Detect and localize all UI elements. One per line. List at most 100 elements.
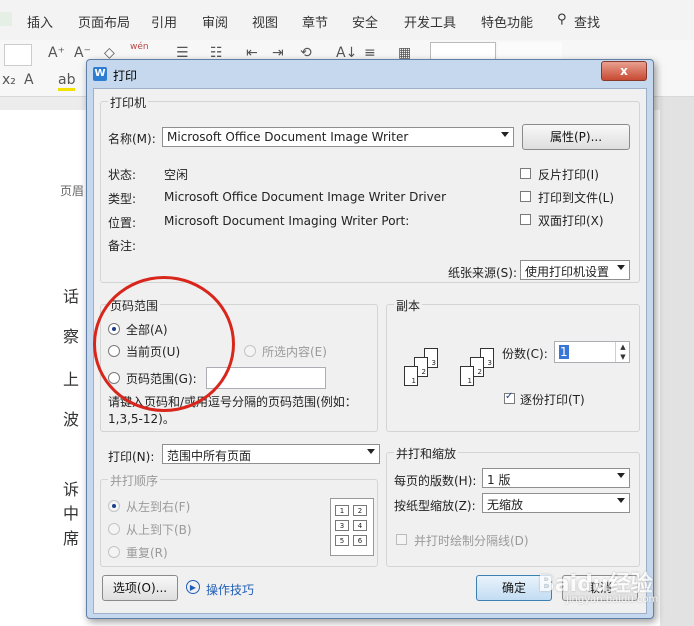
zoom-group-label: 并打和缩放: [394, 445, 459, 462]
tab-insert[interactable]: 插入: [27, 12, 53, 31]
properties-button[interactable]: 属性(P)...: [522, 124, 630, 150]
printer-name-value: Microsoft Office Document Image Writer: [167, 130, 409, 144]
spin-up-icon[interactable]: ▲: [616, 342, 630, 352]
tab-features[interactable]: 特色功能: [481, 12, 533, 31]
wps-app-icon: W: [93, 67, 107, 81]
chevron-down-icon: [617, 473, 625, 478]
subscript-icon[interactable]: x₂: [2, 72, 16, 88]
tab-security[interactable]: 安全: [352, 12, 378, 31]
tab-page-layout[interactable]: 页面布局: [78, 12, 130, 31]
paper-source-select[interactable]: 使用打印机设置: [520, 260, 630, 280]
annotation-circle: [93, 276, 235, 412]
page-order-cell: 1: [335, 505, 349, 516]
text-effect-icon[interactable]: A: [24, 72, 34, 88]
copies-group-label: 副本: [394, 297, 423, 314]
chevron-down-icon: [617, 265, 625, 270]
collate-label[interactable]: 逐份打印(T): [520, 391, 585, 408]
page-order-cell: 3: [335, 520, 349, 531]
tab-search[interactable]: 查找: [574, 12, 600, 31]
copies-spinner[interactable]: ▲ ▼: [615, 342, 630, 362]
options-button[interactable]: 选项(O)...: [102, 575, 178, 601]
paper-source-value: 使用打印机设置: [525, 265, 610, 279]
collate-checkbox[interactable]: [504, 391, 515, 404]
copies-count-input[interactable]: 1 ▲ ▼: [554, 341, 630, 363]
spin-down-icon[interactable]: ▼: [616, 352, 630, 362]
status-value: 空闲: [164, 168, 189, 182]
doc-text: 诉: [63, 480, 80, 499]
scale-value: 无缩放: [487, 498, 524, 512]
chevron-down-icon: [367, 449, 375, 454]
ribbon-tab-start-partial[interactable]: [0, 12, 12, 26]
scale-label: 按纸型缩放(Z):: [394, 499, 476, 513]
scale-select[interactable]: 无缩放: [482, 493, 630, 513]
tab-references[interactable]: 引用: [151, 12, 177, 31]
doc-text: 上: [63, 370, 80, 389]
print-to-file-label[interactable]: 打印到文件(L): [538, 189, 614, 206]
doc-text: 席: [63, 529, 80, 548]
tab-developer[interactable]: 开发工具: [404, 12, 456, 31]
header-label: 页眉: [60, 184, 85, 198]
search-icon[interactable]: ⚲: [557, 12, 567, 27]
page-order-cell: 5: [335, 535, 349, 546]
baidu-watermark-url: jingyan.baidu.com: [566, 594, 659, 605]
range-selection-label: 所选内容(E): [262, 345, 327, 359]
order-top-bottom-radio: [108, 523, 120, 535]
copies-count-label: 份数(C):: [502, 347, 548, 361]
document-scrollbar[interactable]: [660, 97, 694, 626]
duplex-label[interactable]: 双面打印(X): [538, 212, 604, 229]
order-left-right-radio: [108, 500, 120, 512]
close-button[interactable]: x: [601, 61, 647, 81]
highlight-icon[interactable]: ab: [58, 72, 76, 91]
page-order-cell: 4: [353, 520, 367, 531]
reverse-print-label[interactable]: 反片打印(I): [538, 166, 599, 183]
status-label: 状态:: [108, 168, 137, 182]
tab-view[interactable]: 视图: [252, 12, 278, 31]
doc-text: 察: [63, 327, 80, 346]
copy-page-icon: 1: [404, 366, 418, 386]
order-left-right-label: 从左到右(F): [126, 500, 191, 514]
font-size-box[interactable]: [4, 44, 32, 66]
order-top-bottom-label: 从上到下(B): [126, 523, 192, 537]
printer-name-label: 名称(M):: [108, 132, 156, 146]
where-label: 位置:: [108, 216, 137, 230]
page-order-cell: 2: [353, 505, 367, 516]
type-label: 类型:: [108, 192, 137, 206]
page-order-cell: 6: [353, 535, 367, 546]
printer-group-label: 打印机: [108, 94, 149, 111]
print-what-label: 打印(N):: [108, 450, 155, 464]
reverse-print-checkbox[interactable]: [520, 168, 531, 179]
order-repeat-label: 重复(R): [126, 546, 168, 560]
type-value: Microsoft Office Document Image Writer D…: [164, 190, 446, 204]
phonetic-icon[interactable]: wén: [130, 42, 149, 52]
draw-lines-checkbox: [396, 534, 407, 545]
page-order-preview: 1 2 3 4 5 6: [330, 498, 374, 556]
chevron-down-icon: [617, 498, 625, 503]
printer-name-select[interactable]: Microsoft Office Document Image Writer: [162, 127, 514, 147]
duplex-checkbox[interactable]: [520, 214, 531, 225]
pages-per-sheet-value: 1 版: [487, 473, 511, 487]
print-what-value: 范围中所有页面: [167, 449, 252, 463]
range-selection-radio: [244, 345, 256, 357]
tips-link[interactable]: 操作技巧: [206, 581, 254, 598]
tab-chapter[interactable]: 章节: [302, 12, 328, 31]
order-repeat-radio: [108, 546, 120, 558]
dialog-titlebar[interactable]: W 打印 x: [87, 60, 653, 88]
paper-source-label: 纸张来源(S):: [448, 266, 518, 280]
print-what-select[interactable]: 范围中所有页面: [162, 444, 380, 464]
play-icon[interactable]: ▶: [186, 580, 200, 594]
comment-label: 备注:: [108, 239, 137, 253]
tab-review[interactable]: 审阅: [202, 12, 228, 31]
doc-text: 波: [63, 410, 80, 429]
print-to-file-checkbox[interactable]: [520, 191, 531, 202]
grow-font-icon[interactable]: A⁺: [48, 45, 65, 61]
dialog-title: 打印: [113, 69, 138, 83]
order-group-label: 并打顺序: [108, 472, 161, 489]
where-value: Microsoft Document Imaging Writer Port:: [164, 214, 410, 228]
draw-lines-label: 并打时绘制分隔线(D): [414, 534, 529, 548]
ribbon-tabs: 插入 页面布局 引用 审阅 视图 章节 安全 开发工具 特色功能 ⚲ 查找: [0, 0, 694, 41]
copy-page-icon: 1: [460, 366, 474, 386]
copies-count-value: 1: [559, 345, 569, 359]
pages-per-sheet-select[interactable]: 1 版: [482, 468, 630, 488]
doc-text: 话: [63, 287, 80, 306]
chevron-down-icon: [501, 132, 509, 137]
